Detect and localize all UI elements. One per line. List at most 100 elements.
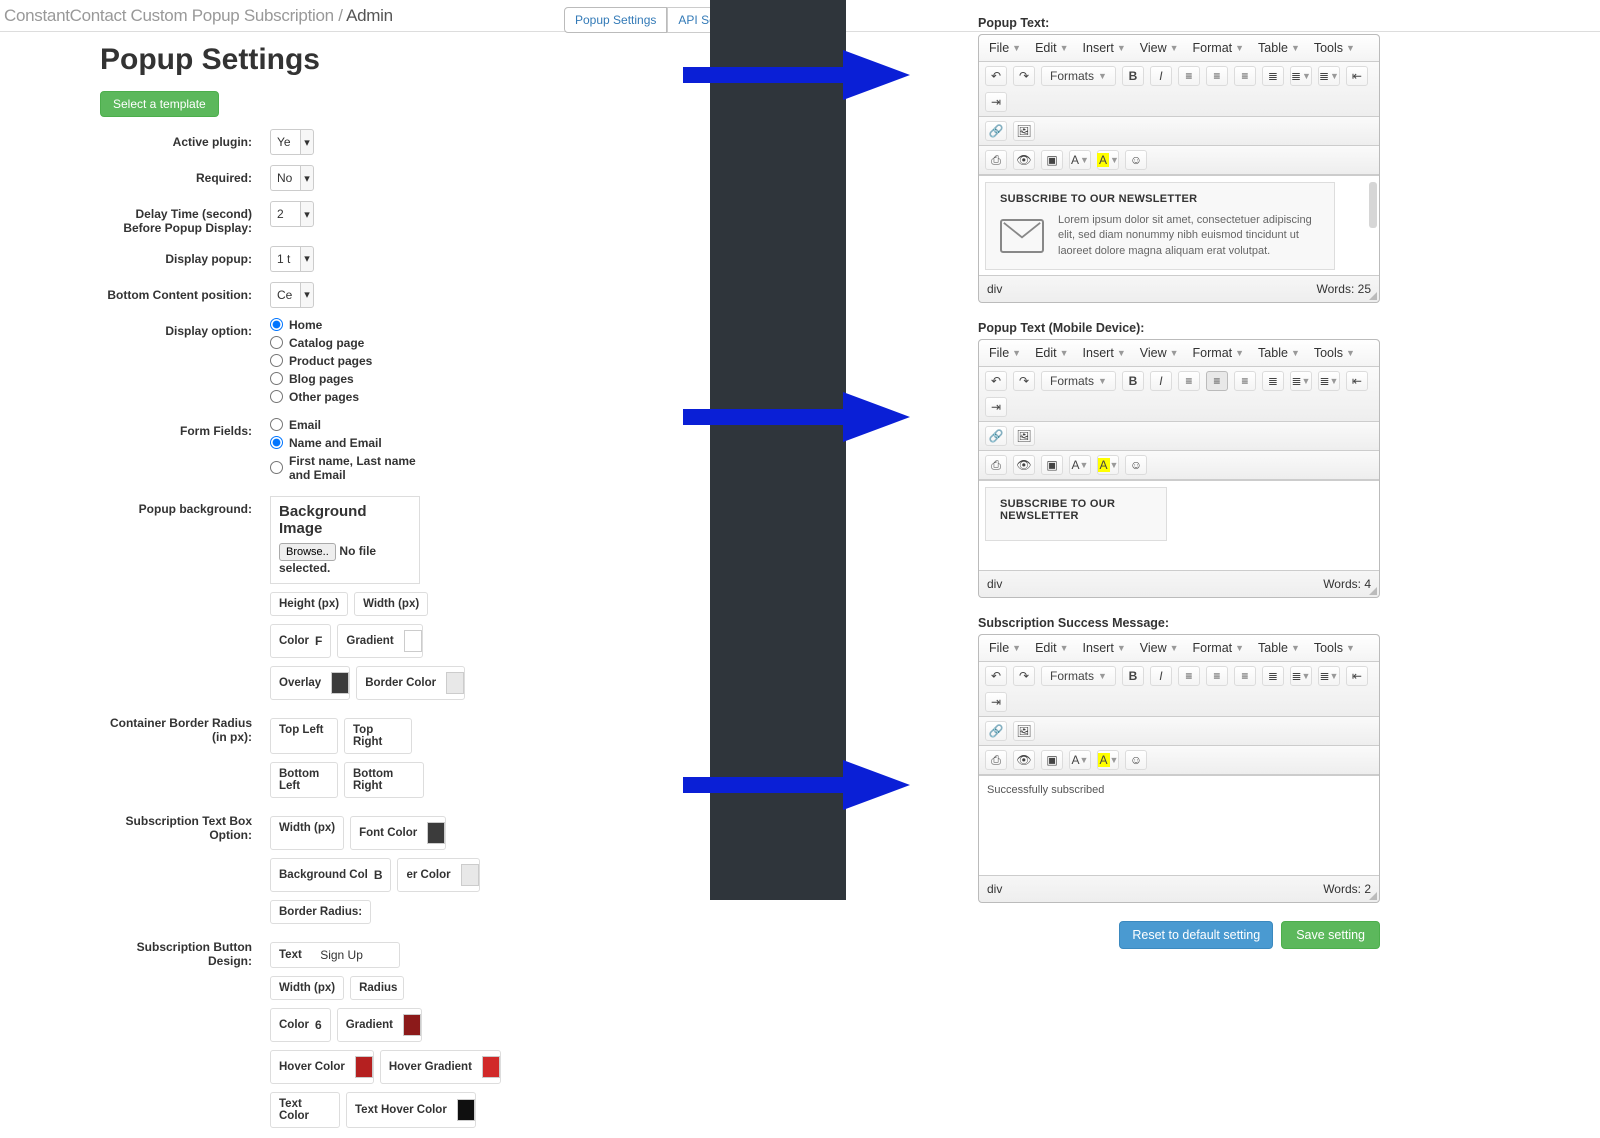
indent-icon[interactable]: ⇥ — [985, 397, 1007, 417]
align-right-icon[interactable]: ≡ — [1234, 66, 1256, 86]
resize-handle[interactable] — [1367, 585, 1377, 595]
bold-icon[interactable]: B — [1122, 66, 1144, 86]
radio-other[interactable]: Other pages — [270, 390, 660, 404]
undo-icon[interactable]: ↶ — [985, 66, 1007, 86]
input-btn-radius[interactable]: Radius — [350, 976, 404, 1000]
preview-icon[interactable]: 👁 — [1013, 150, 1035, 170]
undo-icon[interactable]: ↶ — [985, 371, 1007, 391]
outdent-icon[interactable]: ⇤ — [1346, 666, 1368, 686]
input-top-right[interactable]: Top Right — [344, 718, 412, 754]
input-bottom-left[interactable]: Bottom Left — [270, 762, 338, 798]
forecolor-icon[interactable]: A▼ — [1069, 455, 1091, 475]
menu-file[interactable]: File▼ — [989, 346, 1021, 360]
select-active-plugin[interactable]: Ye ▾ — [270, 129, 314, 155]
preview-icon[interactable]: 👁 — [1013, 750, 1035, 770]
input-text-hover-color[interactable]: Text Hover Color — [346, 1092, 476, 1128]
align-left-icon[interactable]: ≡ — [1178, 371, 1200, 391]
number-list-icon[interactable]: ≣▼ — [1318, 66, 1340, 86]
indent-icon[interactable]: ⇥ — [985, 692, 1007, 712]
resize-handle[interactable] — [1367, 890, 1377, 900]
resize-handle[interactable] — [1367, 290, 1377, 300]
print-icon[interactable]: ⎙ — [985, 150, 1007, 170]
input-hover-color[interactable]: Hover Color — [270, 1050, 374, 1084]
menu-file[interactable]: File▼ — [989, 641, 1021, 655]
align-right-icon[interactable]: ≡ — [1234, 371, 1256, 391]
input-text-color[interactable]: Text Color — [270, 1092, 340, 1128]
emoticon-icon[interactable]: ☺ — [1125, 150, 1147, 170]
italic-icon[interactable]: I — [1150, 371, 1172, 391]
align-left-icon[interactable]: ≡ — [1178, 666, 1200, 686]
input-border-radius-chip[interactable]: Border Radius: — [270, 900, 371, 924]
input-hover-gradient[interactable]: Hover Gradient — [380, 1050, 501, 1084]
browse-button[interactable]: Browse.. — [279, 543, 336, 561]
italic-icon[interactable]: I — [1150, 666, 1172, 686]
input-top-left[interactable]: Top Left — [270, 718, 338, 754]
redo-icon[interactable]: ↷ — [1013, 371, 1035, 391]
menu-insert[interactable]: Insert▼ — [1083, 641, 1126, 655]
input-border-color[interactable]: Border Color — [356, 666, 465, 700]
formats-dropdown[interactable]: Formats▼ — [1041, 666, 1116, 686]
input-font-color[interactable]: Font Color — [350, 816, 446, 850]
align-center-icon[interactable]: ≡ — [1206, 666, 1228, 686]
bold-icon[interactable]: B — [1122, 371, 1144, 391]
radio-first-last-email[interactable]: First name, Last name and Email — [270, 454, 430, 482]
input-btn-width[interactable]: Width (px) — [270, 976, 344, 1000]
menu-table[interactable]: Table▼ — [1258, 346, 1300, 360]
align-right-icon[interactable]: ≡ — [1234, 666, 1256, 686]
bold-icon[interactable]: B — [1122, 666, 1144, 686]
link-icon[interactable]: 🔗 — [985, 121, 1007, 141]
emoticon-icon[interactable]: ☺ — [1125, 750, 1147, 770]
indent-icon[interactable]: ⇥ — [985, 92, 1007, 112]
media-icon[interactable]: ▣ — [1041, 455, 1063, 475]
input-gradient[interactable]: Gradient — [337, 624, 422, 658]
radio-catalog[interactable]: Catalog page — [270, 336, 660, 350]
input-button-text[interactable]: Text Sign Up — [270, 942, 400, 968]
scrollbar[interactable] — [1369, 182, 1377, 228]
align-center-icon[interactable]: ≡ — [1206, 66, 1228, 86]
outdent-icon[interactable]: ⇤ — [1346, 66, 1368, 86]
align-justify-icon[interactable]: ≣ — [1262, 666, 1284, 686]
image-icon[interactable]: 🖼 — [1013, 121, 1035, 141]
menu-edit[interactable]: Edit▼ — [1035, 41, 1068, 55]
radio-product[interactable]: Product pages — [270, 354, 660, 368]
print-icon[interactable]: ⎙ — [985, 750, 1007, 770]
menu-insert[interactable]: Insert▼ — [1083, 41, 1126, 55]
formats-dropdown[interactable]: Formats▼ — [1041, 66, 1116, 86]
italic-icon[interactable]: I — [1150, 66, 1172, 86]
editor-content[interactable]: SUBSCRIBE TO OUR NEWSLETTER — [979, 480, 1379, 570]
number-list-icon[interactable]: ≣▼ — [1318, 371, 1340, 391]
menu-format[interactable]: Format▼ — [1193, 346, 1245, 360]
menu-tools[interactable]: Tools▼ — [1314, 346, 1355, 360]
reset-button[interactable]: Reset to default setting — [1119, 921, 1273, 949]
input-background-col[interactable]: Background ColB — [270, 858, 391, 892]
forecolor-icon[interactable]: A▼ — [1069, 750, 1091, 770]
input-er-color[interactable]: er Color — [397, 858, 479, 892]
menu-insert[interactable]: Insert▼ — [1083, 346, 1126, 360]
align-justify-icon[interactable]: ≣ — [1262, 66, 1284, 86]
preview-icon[interactable]: 👁 — [1013, 455, 1035, 475]
backcolor-icon[interactable]: A▼ — [1097, 150, 1119, 170]
redo-icon[interactable]: ↷ — [1013, 66, 1035, 86]
chevron-down-icon[interactable]: ▾ — [300, 165, 314, 191]
input-btn-gradient[interactable]: Gradient — [337, 1008, 422, 1042]
menu-tools[interactable]: Tools▼ — [1314, 641, 1355, 655]
menu-table[interactable]: Table▼ — [1258, 41, 1300, 55]
undo-icon[interactable]: ↶ — [985, 666, 1007, 686]
editor-content[interactable]: Successfully subscribed — [979, 775, 1379, 875]
link-icon[interactable]: 🔗 — [985, 721, 1007, 741]
radio-name-email[interactable]: Name and Email — [270, 436, 430, 450]
radio-email[interactable]: Email — [270, 418, 430, 432]
bullet-list-icon[interactable]: ≣▼ — [1290, 666, 1312, 686]
menu-format[interactable]: Format▼ — [1193, 641, 1245, 655]
editor-content[interactable]: SUBSCRIBE TO OUR NEWSLETTER Lorem ipsum … — [979, 175, 1379, 275]
radio-blog[interactable]: Blog pages — [270, 372, 660, 386]
bullet-list-icon[interactable]: ≣▼ — [1290, 371, 1312, 391]
number-list-icon[interactable]: ≣▼ — [1318, 666, 1340, 686]
align-left-icon[interactable]: ≡ — [1178, 66, 1200, 86]
tab-popup-settings[interactable]: Popup Settings — [564, 7, 667, 33]
select-bottom-position[interactable]: Ce ▾ — [270, 282, 314, 308]
image-icon[interactable]: 🖼 — [1013, 426, 1035, 446]
input-width-px-2[interactable]: Width (px) — [270, 816, 344, 850]
forecolor-icon[interactable]: A▼ — [1069, 150, 1091, 170]
chevron-down-icon[interactable]: ▾ — [300, 246, 314, 272]
